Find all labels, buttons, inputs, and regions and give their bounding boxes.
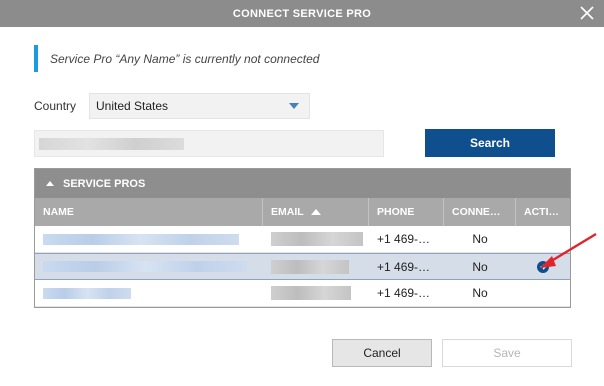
connected-cell: No — [472, 286, 488, 300]
column-header-actions[interactable]: ACTI… — [516, 198, 570, 226]
dialog-title: CONNECT SERVICE PRO — [232, 7, 372, 20]
redacted-email — [271, 286, 351, 300]
redacted-search-text — [39, 138, 184, 150]
column-header-phone[interactable]: PHONE — [369, 198, 444, 226]
name-cell — [35, 226, 263, 252]
redacted-name — [43, 261, 248, 272]
redacted-email — [271, 259, 349, 274]
section-title: SERVICE PROS — [63, 177, 146, 190]
service-pros-section-header[interactable]: SERVICE PROS — [35, 169, 570, 198]
close-icon[interactable] — [578, 4, 596, 22]
name-cell — [35, 280, 263, 306]
column-header-phone-label: PHONE — [377, 206, 415, 218]
connection-status-message: Service Pro “Any Name” is currently not … — [34, 45, 574, 72]
redacted-name — [43, 233, 239, 245]
collapse-triangle-icon — [46, 181, 54, 186]
column-header-name-label: NAME — [43, 206, 74, 218]
search-button[interactable]: Search — [425, 129, 555, 157]
name-cell — [35, 254, 263, 279]
column-header-email[interactable]: EMAIL — [263, 198, 369, 226]
save-button[interactable]: Save — [442, 339, 572, 367]
country-selected-value: United States — [96, 99, 169, 113]
connect-arrow-icon[interactable] — [537, 260, 549, 273]
dialog-titlebar: CONNECT SERVICE PRO — [0, 0, 604, 27]
phone-cell: +1 469-… — [377, 232, 431, 246]
column-header-email-label: EMAIL — [271, 206, 304, 218]
column-header-connected[interactable]: CONNE… — [444, 198, 516, 226]
phone-cell: +1 469-… — [377, 286, 431, 300]
chevron-down-icon — [289, 103, 299, 109]
connected-cell: No — [472, 259, 488, 274]
redacted-email — [271, 232, 363, 246]
actions-cell — [516, 280, 570, 306]
country-select[interactable]: United States — [89, 93, 310, 119]
table-row[interactable]: +1 469-… No — [35, 280, 570, 307]
connected-cell: No — [472, 232, 488, 246]
cancel-button[interactable]: Cancel — [332, 339, 432, 367]
sort-ascending-icon — [310, 209, 321, 215]
column-header-name[interactable]: NAME — [35, 198, 263, 226]
table-row[interactable]: +1 469-… No — [35, 226, 570, 253]
column-headers: NAME EMAIL PHONE CONNE… ACTI… — [35, 198, 570, 226]
phone-cell: +1 469-… — [377, 259, 431, 274]
service-pros-grid: SERVICE PROS NAME EMAIL PHONE CONNE… ACT… — [34, 168, 571, 308]
search-input[interactable] — [34, 130, 384, 157]
connect-service-pro-dialog: CONNECT SERVICE PRO Service Pro “Any Nam… — [0, 0, 604, 386]
email-cell — [263, 226, 369, 252]
column-header-connected-label: CONNE… — [452, 206, 501, 218]
table-row-selected[interactable]: +1 469-… No — [35, 253, 570, 280]
country-label: Country — [34, 99, 77, 113]
email-cell — [263, 254, 369, 279]
column-header-actions-label: ACTI… — [524, 206, 559, 218]
actions-cell — [516, 226, 570, 252]
email-cell — [263, 280, 369, 306]
actions-cell — [516, 254, 570, 279]
redacted-name — [43, 287, 131, 299]
